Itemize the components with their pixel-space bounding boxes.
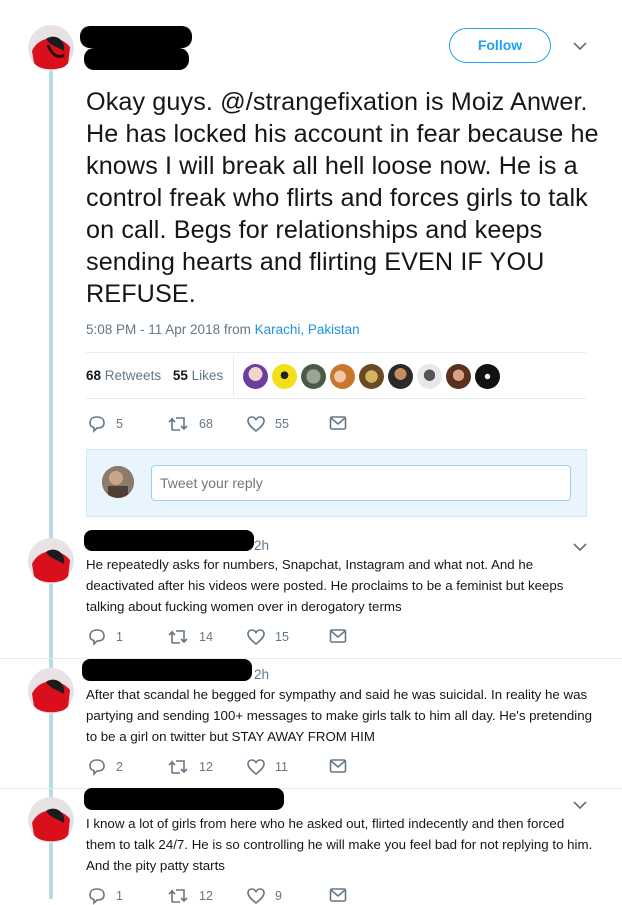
envelope-icon (329, 759, 347, 773)
chevron-down-icon[interactable] (573, 41, 587, 51)
envelope-icon (329, 888, 347, 902)
reply-action[interactable]: 1 (88, 887, 123, 905)
like-action[interactable]: 55 (247, 415, 289, 433)
reply-avatar[interactable] (28, 668, 74, 714)
reply-text: I know a lot of girls from here who he a… (86, 816, 593, 873)
redacted-name (84, 788, 284, 810)
liker-avatar[interactable] (475, 364, 500, 389)
retweets-stat[interactable]: 68 Retweets (86, 368, 161, 383)
retweet-action[interactable]: 12 (167, 887, 213, 905)
tweet-meta: 5:08 PM - 11 Apr 2018 from Karachi, Paki… (86, 322, 360, 337)
redacted-name (84, 530, 254, 551)
retweet-icon (168, 417, 188, 431)
liker-avatar[interactable] (243, 364, 268, 389)
stats-separator (233, 355, 234, 397)
envelope-icon (329, 416, 347, 430)
reply-input[interactable] (151, 465, 571, 501)
chevron-down-icon[interactable] (573, 542, 587, 552)
liker-avatar[interactable] (301, 364, 326, 389)
liker-avatar[interactable] (359, 364, 384, 389)
retweet-action[interactable]: 68 (167, 415, 213, 433)
dm-action[interactable] (329, 628, 357, 644)
heart-icon (247, 759, 265, 776)
liker-avatar[interactable] (417, 364, 442, 389)
current-user-avatar (102, 466, 134, 498)
thread-line (49, 70, 53, 899)
reply-icon (89, 888, 105, 905)
like-action[interactable]: 9 (247, 887, 282, 905)
redacted-name (80, 26, 192, 48)
tweet-stats: 68 Retweets 55 Likes (86, 368, 223, 383)
tweet-timestamp: 5:08 PM - 11 Apr 2018 from (86, 322, 251, 337)
reply-avatar[interactable] (28, 797, 74, 843)
reply-text: After that scandal he begged for sympath… (86, 687, 593, 744)
retweet-icon (168, 630, 188, 644)
heart-icon (247, 416, 265, 433)
redacted-handle (84, 48, 189, 70)
heart-icon (247, 888, 265, 905)
retweet-icon (168, 889, 188, 903)
tweet-text: Okay guys. @/strangefixation is Moiz Anw… (86, 88, 599, 308)
reply-composer (86, 449, 587, 517)
reply-time[interactable]: 2h (254, 667, 269, 682)
divider (86, 352, 586, 353)
reply-action[interactable]: 2 (88, 758, 123, 776)
like-action[interactable]: 11 (247, 758, 288, 776)
likes-stat[interactable]: 55 Likes (173, 368, 223, 383)
redacted-name (82, 659, 252, 681)
reply-icon (89, 416, 105, 433)
reply-time[interactable]: 2h (254, 538, 269, 553)
divider (86, 398, 586, 399)
envelope-icon (329, 629, 347, 643)
liker-avatar[interactable] (388, 364, 413, 389)
dm-action[interactable] (329, 758, 357, 774)
retweet-icon (168, 760, 188, 774)
reply-action[interactable]: 5 (88, 415, 123, 433)
reply-icon (89, 629, 105, 646)
heart-icon (247, 629, 265, 646)
chevron-down-icon[interactable] (573, 800, 587, 810)
dm-action[interactable] (329, 887, 357, 903)
reply-icon (89, 759, 105, 776)
liker-avatar[interactable] (446, 364, 471, 389)
reply-avatar[interactable] (28, 538, 74, 584)
follow-button[interactable]: Follow (449, 28, 551, 63)
liker-avatar[interactable] (330, 364, 355, 389)
retweet-action[interactable]: 14 (167, 628, 213, 646)
reply-text: He repeatedly asks for numbers, Snapchat… (86, 557, 564, 614)
tweet-location-link[interactable]: Karachi, Pakistan (255, 322, 360, 337)
reply-action[interactable]: 1 (88, 628, 123, 646)
retweet-action[interactable]: 12 (167, 758, 213, 776)
like-action[interactable]: 15 (247, 628, 289, 646)
dm-action[interactable] (329, 415, 357, 431)
liker-avatar[interactable] (272, 364, 297, 389)
author-avatar[interactable] (28, 25, 74, 71)
